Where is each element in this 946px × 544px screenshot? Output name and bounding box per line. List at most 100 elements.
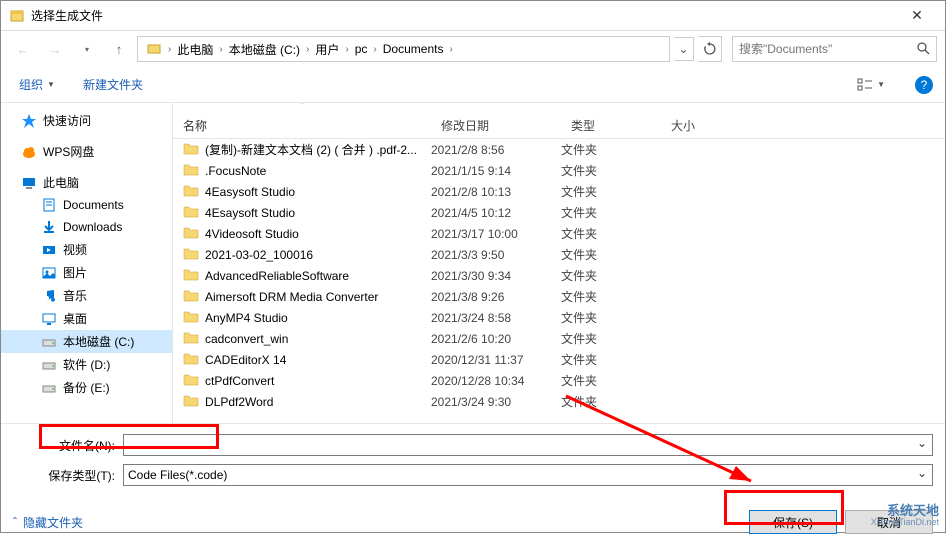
chevron-up-icon: ˆ [13, 515, 17, 529]
file-name: 4Esaysoft Studio [205, 206, 295, 220]
sidebar-item-label: Documents [63, 198, 124, 212]
sidebar-item-label: 图片 [63, 264, 87, 281]
table-row[interactable]: 4Easysoft Studio2021/2/8 10:13文件夹 [173, 181, 945, 202]
file-date: 2021/1/15 9:14 [431, 164, 561, 178]
refresh-button[interactable] [698, 36, 722, 62]
sidebar-item[interactable]: 快速访问 [1, 109, 172, 132]
cancel-button[interactable]: 取消 [845, 510, 933, 534]
sidebar-item-label: 软件 (D:) [63, 356, 110, 373]
folder-icon [183, 267, 199, 284]
search-input[interactable] [739, 42, 916, 56]
sidebar-item[interactable]: 备份 (E:) [1, 376, 172, 399]
drive-icon [41, 357, 57, 373]
organize-menu[interactable]: 组织 ▼ [13, 72, 61, 97]
breadcrumb-seg-3[interactable]: pc [351, 42, 372, 56]
file-type: 文件夹 [561, 351, 661, 368]
sidebar-item[interactable]: Downloads [1, 216, 172, 238]
navbar: ← → ▾ ↑ › 此电脑 › 本地磁盘 (C:) › 用户 › pc › Do… [1, 31, 945, 67]
breadcrumb-seg-2[interactable]: 用户 [311, 41, 343, 58]
sidebar-item[interactable]: 音乐 [1, 284, 172, 307]
new-folder-button[interactable]: 新建文件夹 [77, 72, 149, 97]
file-date: 2021/3/3 9:50 [431, 248, 561, 262]
file-name: AdvancedReliableSoftware [205, 269, 349, 283]
sidebar-item[interactable]: 桌面 [1, 307, 172, 330]
sidebar-item[interactable]: WPS网盘 [1, 140, 172, 163]
col-header-name[interactable]: 名称 [173, 117, 431, 134]
filename-input[interactable] [123, 434, 933, 456]
breadcrumb-seg-1[interactable]: 本地磁盘 (C:) [225, 41, 304, 58]
breadcrumb-seg-0[interactable]: 此电脑 [173, 41, 217, 58]
chevron-right-icon: › [371, 44, 378, 55]
sidebar-item-label: 备份 (E:) [63, 379, 110, 396]
table-row[interactable]: 2021-03-02_1000162021/3/3 9:50文件夹 [173, 244, 945, 265]
folder-icon [183, 204, 199, 221]
file-name: 4Videosoft Studio [205, 227, 299, 241]
col-header-type[interactable]: 类型 [561, 117, 661, 134]
window-title: 选择生成文件 [31, 7, 897, 24]
folder-icon [183, 330, 199, 347]
folder-icon [183, 225, 199, 242]
breadcrumb-seg-4[interactable]: Documents [379, 42, 448, 56]
hide-folders-toggle[interactable]: ˆ 隐藏文件夹 [13, 514, 83, 531]
sidebar-item[interactable]: 软件 (D:) [1, 353, 172, 376]
file-name: (复制)-新建文本文档 (2) ( 合并 ) .pdf-2... [205, 141, 417, 158]
nav-forward-button[interactable]: → [41, 36, 69, 62]
file-type: 文件夹 [561, 141, 661, 158]
save-button[interactable]: 保存(S) [749, 510, 837, 534]
sidebar-item[interactable]: 此电脑 [1, 171, 172, 194]
table-row[interactable]: AdvancedReliableSoftware2021/3/30 9:34文件… [173, 265, 945, 286]
breadcrumb[interactable]: › 此电脑 › 本地磁盘 (C:) › 用户 › pc › Documents … [137, 36, 670, 62]
folder-icon [183, 162, 199, 179]
table-row[interactable]: cadconvert_win2021/2/6 10:20文件夹 [173, 328, 945, 349]
view-mode-button[interactable]: ▼ [851, 74, 891, 96]
sidebar-item[interactable]: 本地磁盘 (C:) [1, 330, 172, 353]
table-row[interactable]: Aimersoft DRM Media Converter2021/3/8 9:… [173, 286, 945, 307]
sidebar-item[interactable]: 视频 [1, 238, 172, 261]
search-box[interactable] [732, 36, 937, 62]
table-row[interactable]: 4Videosoft Studio2021/3/17 10:00文件夹 [173, 223, 945, 244]
chevron-right-icon: › [447, 44, 454, 55]
table-row[interactable]: AnyMP4 Studio2021/3/24 8:58文件夹 [173, 307, 945, 328]
table-row[interactable]: .FocusNote2021/1/15 9:14文件夹 [173, 160, 945, 181]
file-name: DLPdf2Word [205, 395, 273, 409]
chevron-right-icon: › [217, 44, 224, 55]
table-row[interactable]: (复制)-新建文本文档 (2) ( 合并 ) .pdf-2... 2021/2/8… [173, 139, 945, 160]
filename-label: 文件名(N): [13, 437, 123, 454]
nav-up-button[interactable]: ↑ [105, 36, 133, 62]
search-icon[interactable] [916, 41, 930, 58]
table-row[interactable]: ctPdfConvert2020/12/28 10:34文件夹 [173, 370, 945, 391]
file-date: 2021/2/8 8:56 [431, 143, 561, 157]
sidebar-item-label: 此电脑 [43, 174, 79, 191]
organize-label: 组织 [19, 76, 43, 93]
file-date: 2021/3/24 9:30 [431, 395, 561, 409]
col-header-size[interactable]: 大小 [661, 117, 741, 134]
file-date: 2021/2/8 10:13 [431, 185, 561, 199]
breadcrumb-dropdown[interactable]: ⌄ [674, 37, 694, 61]
drive-icon [41, 380, 57, 396]
column-headers: 名称 修改日期 类型 大小 [173, 113, 945, 139]
file-type: 文件夹 [561, 246, 661, 263]
col-header-date[interactable]: 修改日期 [431, 117, 561, 134]
file-type: 文件夹 [561, 330, 661, 347]
breadcrumb-root-icon[interactable] [142, 41, 166, 57]
nav-recent-button[interactable]: ▾ [73, 36, 101, 62]
close-button[interactable]: ✕ [897, 1, 937, 31]
sidebar-item[interactable]: 图片 [1, 261, 172, 284]
sidebar: 快速访问 WPS网盘此电脑 Documents Downloads 视频图片音乐桌面本地… [1, 103, 173, 423]
content-area: 快速访问 WPS网盘此电脑 Documents Downloads 视频图片音乐桌面本地… [1, 103, 945, 423]
file-name: CADEditorX 14 [205, 353, 286, 367]
nav-back-button[interactable]: ← [9, 36, 37, 62]
new-folder-label: 新建文件夹 [83, 76, 143, 93]
cloud-icon [21, 144, 37, 160]
table-row[interactable]: 4Esaysoft Studio2021/4/5 10:12文件夹 [173, 202, 945, 223]
sidebar-item[interactable]: Documents [1, 194, 172, 216]
table-row[interactable]: DLPdf2Word2021/3/24 9:30文件夹 [173, 391, 945, 412]
folder-icon [183, 246, 199, 263]
table-row[interactable]: CADEditorX 142020/12/31 11:37文件夹 [173, 349, 945, 370]
folder-icon [183, 288, 199, 305]
filetype-select[interactable] [123, 464, 933, 486]
folder-icon [183, 393, 199, 410]
sidebar-item-label: Downloads [63, 220, 122, 234]
hide-folders-label: 隐藏文件夹 [23, 514, 83, 531]
help-button[interactable]: ? [915, 76, 933, 94]
